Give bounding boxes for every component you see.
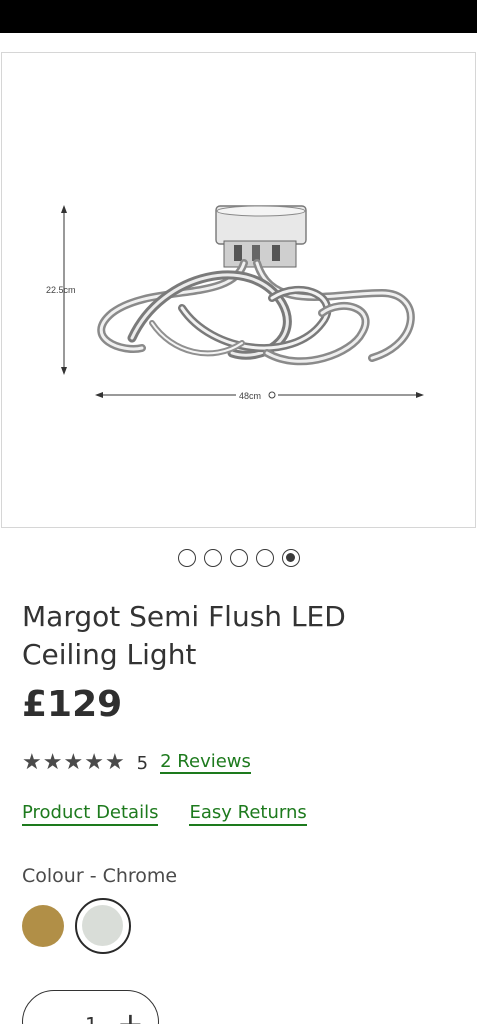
star-icon: ★: [22, 750, 42, 775]
carousel-dot[interactable]: [255, 549, 274, 567]
star-icon: ★: [42, 750, 63, 775]
height-dimension-label: 22.5cm: [46, 285, 76, 295]
rating-value: 5: [136, 752, 149, 774]
product-details-link[interactable]: Product Details: [22, 802, 159, 826]
quantity-stepper: − 1 +: [22, 990, 159, 1024]
carousel-dot-active[interactable]: [281, 549, 300, 567]
colour-label: Colour - Chrome: [22, 865, 178, 887]
ceiling-light-illustration: 22.5cm 48cm: [46, 205, 424, 401]
quantity-value[interactable]: 1: [85, 1013, 98, 1024]
status-bar: [0, 0, 477, 33]
reviews-link[interactable]: 2 Reviews: [160, 752, 251, 774]
quantity-increase-button[interactable]: +: [117, 1005, 144, 1024]
colour-swatch-chrome-selected[interactable]: [75, 898, 131, 954]
product-info-links: Product Details Easy Returns: [22, 802, 307, 826]
star-icon: ★: [104, 750, 125, 775]
star-rating: ★ ★ ★ ★ ★: [22, 752, 125, 774]
width-dimension-label: 48cm: [239, 391, 261, 401]
product-price: £129: [22, 684, 123, 725]
colour-swatch-chrome: [82, 905, 123, 946]
carousel-dot[interactable]: [177, 549, 196, 567]
product-rating: ★ ★ ★ ★ ★ 5 2 Reviews: [22, 750, 251, 776]
carousel-dot[interactable]: [203, 549, 222, 567]
star-icon: ★: [84, 750, 104, 775]
colour-swatch-gold[interactable]: [22, 905, 64, 947]
product-title: Margot Semi Flush LED Ceiling Light: [22, 600, 346, 671]
image-carousel-dots: [0, 549, 477, 569]
carousel-dot[interactable]: [229, 549, 248, 567]
easy-returns-link[interactable]: Easy Returns: [189, 802, 307, 826]
product-image[interactable]: 22.5cm 48cm: [1, 52, 476, 528]
star-icon: ★: [63, 750, 84, 775]
quantity-decrease-button[interactable]: −: [41, 1013, 63, 1024]
